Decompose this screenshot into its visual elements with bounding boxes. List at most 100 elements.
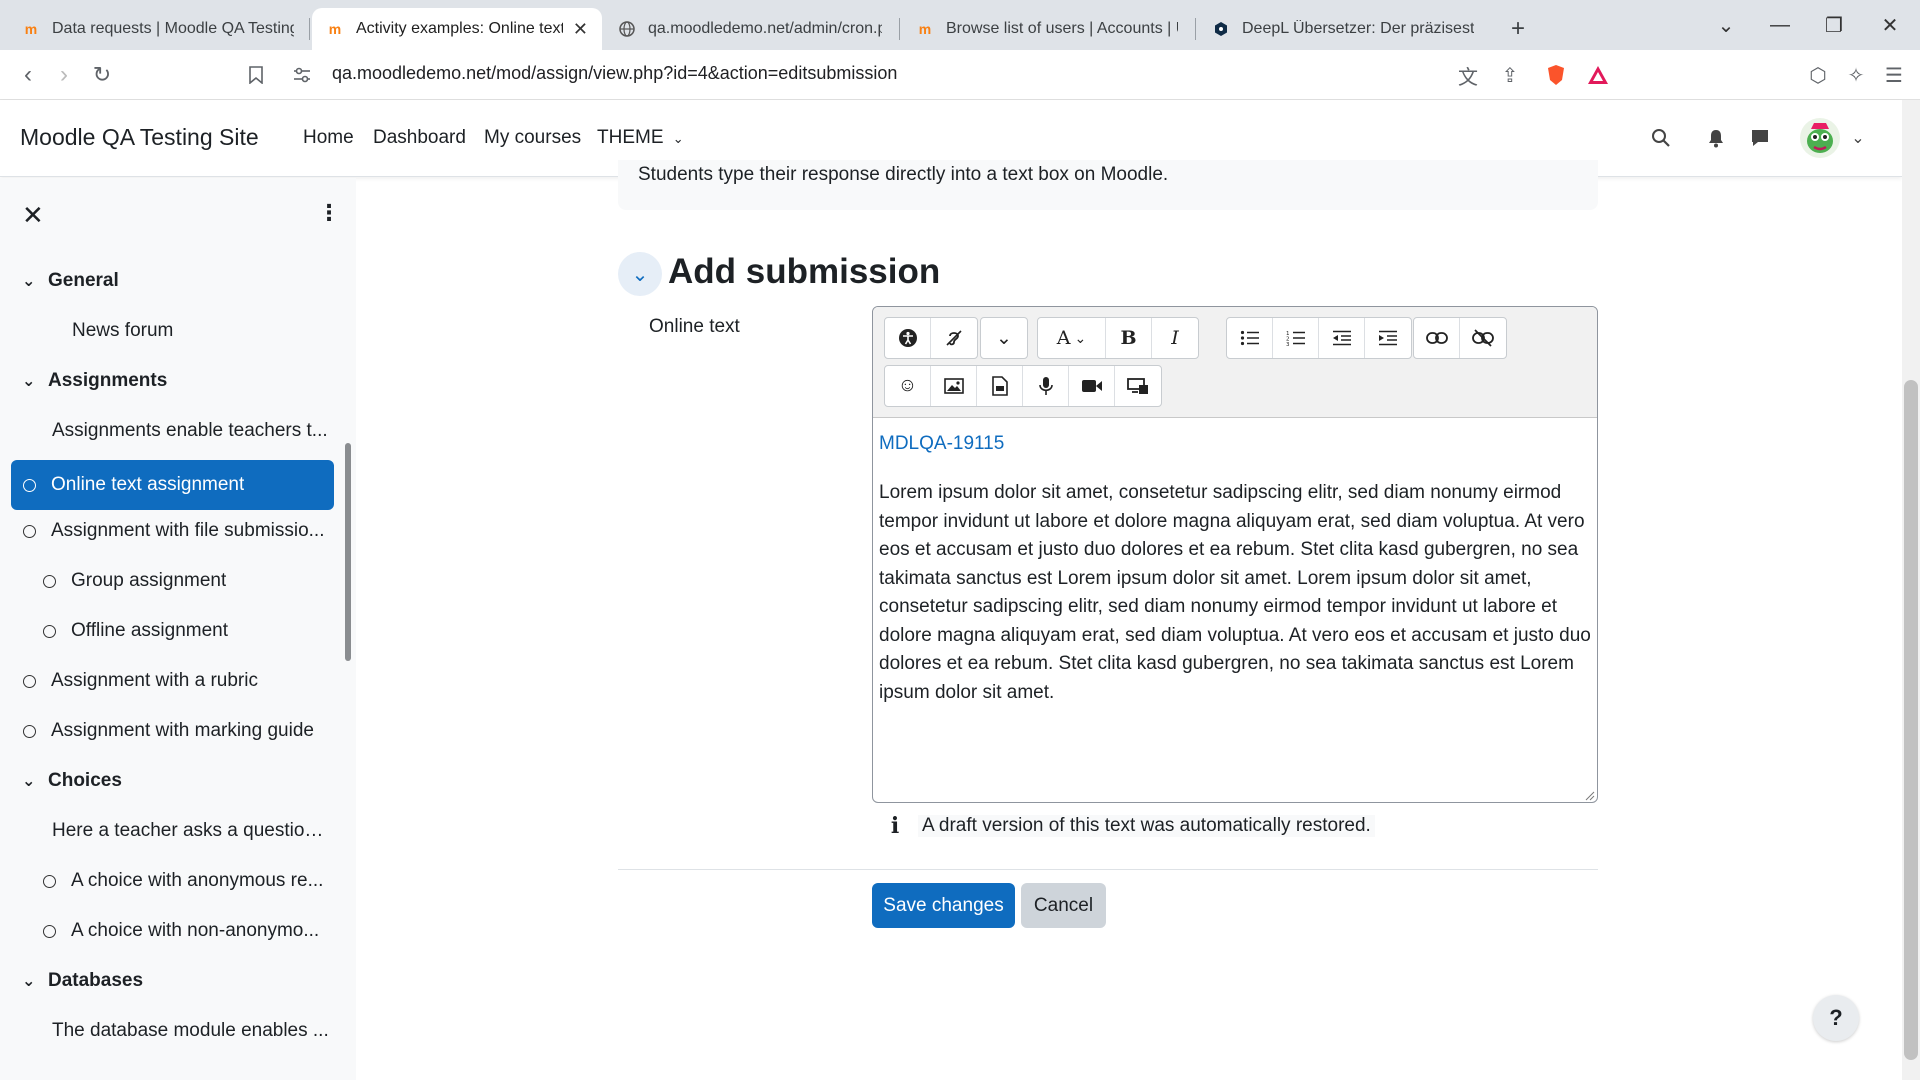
drawer-scrollbar[interactable]: [345, 443, 351, 661]
drawer-item[interactable]: Assignment with file submissio...: [23, 520, 333, 542]
completion-circle-icon: [23, 674, 36, 688]
section-label: Choices: [48, 770, 122, 791]
microphone-icon[interactable]: [1023, 366, 1069, 406]
drawer-item[interactable]: Here a teacher asks a question ...: [52, 820, 332, 842]
course-index-drawer: ✕ ⋮ ⌄ General News forum ⌄ Assignments A…: [0, 178, 356, 1080]
brave-shield-icon[interactable]: [1538, 50, 1574, 100]
browser-tab[interactable]: m Browse list of users | Accounts | Use: [902, 8, 1192, 50]
intro-text: Students type their response directly in…: [638, 164, 1169, 185]
nav-my-courses[interactable]: My courses: [484, 127, 581, 149]
close-drawer-icon[interactable]: ✕: [22, 200, 44, 231]
completion-circle-icon: [43, 624, 56, 638]
outdent-icon[interactable]: [1319, 318, 1365, 358]
content-paragraph[interactable]: Lorem ipsum dolor sit amet, consetetur s…: [879, 479, 1591, 707]
bold-icon[interactable]: B: [1106, 318, 1152, 358]
completion-circle-icon: [23, 478, 36, 492]
more-options-icon[interactable]: ⋮: [318, 200, 340, 226]
drawer-item-online-text-assignment[interactable]: Online text assignment: [11, 460, 334, 510]
help-button[interactable]: ?: [1813, 995, 1859, 1041]
section-databases[interactable]: ⌄ Databases: [22, 970, 143, 992]
browser-tab[interactable]: DeepL Übersetzer: Der präziseste Ü: [1198, 8, 1488, 50]
restore-icon[interactable]: ❐: [1806, 0, 1862, 50]
drawer-item[interactable]: Offline assignment: [43, 620, 333, 642]
collapse-section-button[interactable]: ⌄: [618, 252, 662, 296]
drawer-item[interactable]: A choice with anonymous re...: [43, 870, 333, 892]
accessibility-checker-icon[interactable]: [885, 318, 931, 358]
unlink-icon[interactable]: [1460, 318, 1506, 358]
share-icon[interactable]: ⇪: [1492, 50, 1528, 100]
nav-dashboard[interactable]: Dashboard: [373, 127, 466, 149]
translate-icon[interactable]: 文: [1450, 50, 1486, 100]
browser-tab-bar: m Data requests | Moodle QA Testing m Ac…: [0, 0, 1920, 50]
browser-tab-active[interactable]: m Activity examples: Online text a ✕: [312, 8, 602, 50]
item-label: The database module enables ...: [52, 1020, 329, 1041]
emoji-icon[interactable]: ☺: [885, 366, 931, 406]
url-field[interactable]: qa.moodledemo.net/mod/assign/view.php?id…: [332, 63, 897, 84]
resize-handle-icon[interactable]: [1583, 788, 1595, 801]
section-assignments[interactable]: ⌄ Assignments: [22, 370, 167, 392]
video-camera-icon[interactable]: [1069, 366, 1115, 406]
chevron-down-icon: ⌄: [22, 973, 36, 990]
tab-title: qa.moodledemo.net/admin/cron.ph: [648, 20, 882, 37]
drawer-item[interactable]: A choice with non-anonymo...: [43, 920, 333, 942]
toolbar-group-style: A ⌄ B I: [1037, 317, 1199, 359]
save-changes-button[interactable]: Save changes: [872, 883, 1015, 928]
site-info-icon[interactable]: [284, 50, 320, 100]
browser-tab[interactable]: qa.moodledemo.net/admin/cron.ph: [604, 8, 896, 50]
site-name[interactable]: Moodle QA Testing Site: [20, 124, 259, 151]
item-label: Assignments enable teachers t...: [52, 420, 328, 441]
tab-search-icon[interactable]: ⌄: [1698, 0, 1754, 50]
content-link[interactable]: MDLQA-19115: [879, 433, 1004, 455]
messages-icon[interactable]: [1744, 122, 1776, 154]
screen-reader-helper-icon[interactable]: [931, 318, 977, 358]
reload-icon[interactable]: ↻: [84, 50, 120, 100]
section-choices[interactable]: ⌄ Choices: [22, 770, 122, 792]
indent-icon[interactable]: [1365, 318, 1411, 358]
bell-icon[interactable]: [1700, 122, 1732, 154]
minimize-icon[interactable]: —: [1752, 0, 1808, 50]
chevron-down-icon: ⌄: [22, 773, 36, 790]
italic-icon[interactable]: I: [1152, 318, 1198, 358]
menu-icon[interactable]: ☰: [1876, 50, 1912, 100]
drawer-item[interactable]: Assignment with marking guide: [23, 720, 333, 742]
drawer-item[interactable]: Assignments enable teachers t...: [52, 420, 332, 442]
image-icon[interactable]: [931, 366, 977, 406]
nav-home[interactable]: Home: [303, 127, 354, 149]
drawer-item[interactable]: Group assignment: [43, 570, 333, 592]
item-label: Group assignment: [71, 570, 227, 591]
nav-theme[interactable]: THEME ⌄: [597, 127, 684, 149]
show-more-buttons-icon[interactable]: ⌄: [981, 318, 1027, 358]
link-icon[interactable]: [1414, 318, 1460, 358]
toolbar-group-links: [1413, 317, 1507, 359]
globe-icon: [618, 20, 636, 38]
unordered-list-icon[interactable]: [1227, 318, 1273, 358]
bookmark-icon[interactable]: [238, 50, 274, 100]
section-general[interactable]: ⌄ General: [22, 270, 119, 292]
user-menu-chevron-icon[interactable]: ⌄: [1842, 122, 1874, 154]
page-scrollbar[interactable]: [1904, 380, 1918, 1060]
drawer-item[interactable]: The database module enables ...: [52, 1020, 332, 1042]
moodle-icon: m: [918, 21, 932, 37]
avatar[interactable]: [1798, 116, 1842, 160]
drawer-item[interactable]: Assignment with a rubric: [23, 670, 333, 692]
brave-rewards-icon[interactable]: [1580, 50, 1616, 100]
close-tab-icon[interactable]: ✕: [573, 19, 588, 40]
notice-text: A draft version of this text was automat…: [918, 815, 1375, 837]
new-tab-button[interactable]: +: [1496, 8, 1540, 50]
cancel-button[interactable]: Cancel: [1021, 883, 1106, 928]
item-label: Here a teacher asks a question ...: [52, 820, 332, 841]
file-icon[interactable]: [977, 366, 1023, 406]
activity-intro: Students type their response directly in…: [618, 160, 1598, 210]
close-window-icon[interactable]: ✕: [1862, 0, 1918, 50]
paragraph-style-icon[interactable]: A ⌄: [1038, 318, 1106, 358]
browser-tab[interactable]: m Data requests | Moodle QA Testing: [8, 8, 308, 50]
h5p-icon[interactable]: [1115, 366, 1161, 406]
leo-ai-icon[interactable]: ✧: [1838, 50, 1874, 100]
drawer-item-news-forum[interactable]: News forum: [72, 320, 332, 342]
search-icon[interactable]: [1645, 122, 1677, 154]
forward-icon[interactable]: ›: [46, 50, 82, 100]
extensions-icon[interactable]: ⬡: [1800, 50, 1836, 100]
ordered-list-icon[interactable]: 123: [1273, 318, 1319, 358]
back-icon[interactable]: ‹: [10, 50, 46, 100]
tab-title: DeepL Übersetzer: Der präziseste Ü: [1242, 20, 1474, 37]
